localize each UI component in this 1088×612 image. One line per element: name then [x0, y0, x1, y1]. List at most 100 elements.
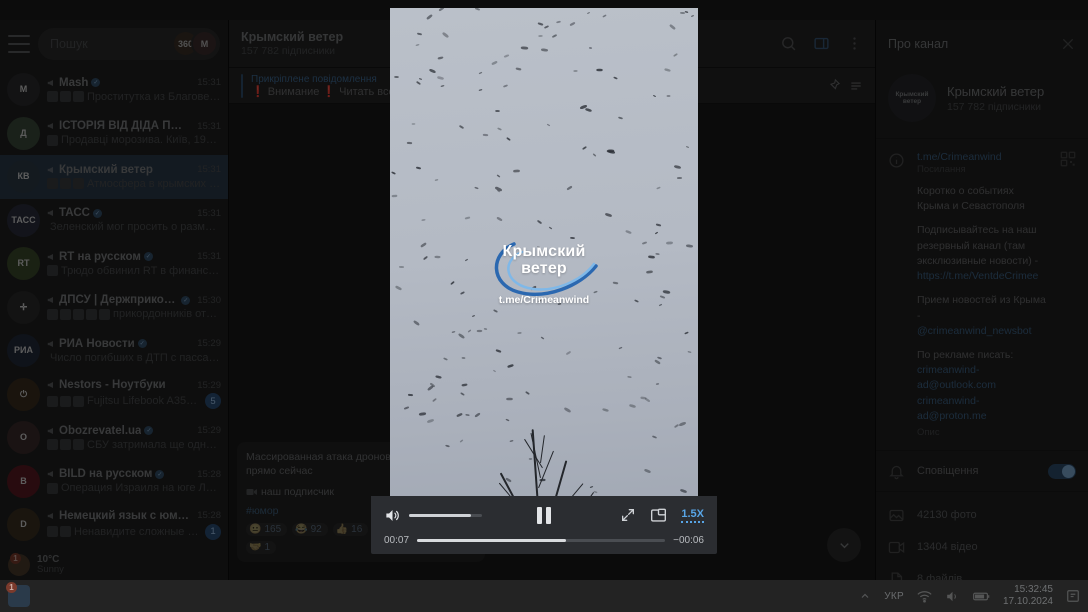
chat-list-item[interactable]: ✛ ДПСУ | Держприкордон…✓ 15:30 прикордонник…	[0, 286, 228, 330]
channel-link[interactable]: t.me/Crimeanwind	[917, 151, 1048, 163]
bird-shape	[478, 88, 483, 92]
bird-shape	[496, 174, 501, 178]
bird-shape	[536, 219, 542, 225]
verified-icon: ✓	[181, 295, 191, 305]
avatar: ТАСС	[7, 203, 40, 237]
pause-button[interactable]	[537, 506, 551, 524]
reaction-emoji: 🤝	[249, 542, 262, 553]
volume-icon[interactable]	[384, 508, 401, 523]
bird-shape	[432, 397, 437, 403]
bird-shape	[460, 391, 465, 396]
chat-time: 15:29	[197, 338, 221, 350]
chat-list[interactable]: MMash✓15:31Проститутка из Благовещен…ДІС…	[0, 68, 228, 550]
media-count-row[interactable]: 8 файлів	[876, 563, 1088, 580]
more-icon[interactable]	[846, 35, 863, 52]
fullscreen-icon[interactable]	[620, 507, 636, 523]
language-indicator[interactable]: УКР	[884, 591, 904, 602]
reaction-count: 1	[264, 542, 271, 553]
taskbar-app-telegram[interactable]: 1	[6, 582, 30, 607]
channel-ad-email-1[interactable]: crimeanwind-ad@outlook.com	[917, 363, 1048, 393]
bird-shape	[415, 43, 420, 46]
video-controls-bottom-row: 00:07 −00:06	[384, 535, 704, 546]
chat-list-item[interactable]: B BILD на русском ✓ 15:28 Операция Израиля н…	[0, 460, 228, 504]
media-counts-list[interactable]: 42130 фото13404 відео8 файлів4 аудіофайл…	[876, 491, 1088, 580]
channel-ad-email-2[interactable]: crimeanwind-ad@proton.me	[917, 394, 1048, 424]
chat-list-item[interactable]: O Obozrevatel.ua ✓ 15:29 СБУ затримала ще од…	[0, 416, 228, 460]
unpin-icon[interactable]	[826, 78, 841, 93]
notifications-toggle[interactable]	[1048, 463, 1076, 479]
bird-shape	[654, 359, 661, 366]
chat-name: Mash	[59, 76, 89, 89]
chat-list-item[interactable]: КВ Крымский ветер 15:31 Атмосфера в крымски…	[0, 155, 228, 199]
clock[interactable]: 15:32:45 17.10.2024	[1003, 584, 1053, 608]
qr-code-icon[interactable]	[1060, 151, 1076, 167]
volume-icon[interactable]	[945, 590, 960, 603]
chat-list-item[interactable]: КИЇВ24КИЇВ24 Телеканал Київ15:27Північно…	[0, 547, 228, 551]
channel-link-caption: Посилання	[917, 164, 966, 175]
chat-list-item[interactable]: M Mash✓ 15:31Проститутка из Благовещен…	[0, 68, 228, 112]
battery-icon[interactable]	[973, 591, 990, 602]
bird-shape	[656, 186, 662, 190]
notifications-row[interactable]: Сповіщення	[876, 450, 1088, 491]
bird-shape	[390, 171, 396, 175]
bird-shape	[416, 166, 422, 170]
weather-widget[interactable]: 1 10°C Sunny	[0, 550, 228, 580]
playback-speed-button[interactable]: 1.5X	[681, 508, 704, 523]
avatar-badge-1[interactable]: M	[191, 30, 218, 57]
message-thumbnail	[47, 439, 58, 451]
bird-shape	[683, 331, 689, 335]
video-frame[interactable]: Крымский ветер t.me/Crimeanwind	[390, 8, 698, 549]
bird-shape	[505, 418, 510, 422]
chat-name: ІСТОРІЯ ВІД ДІДА ПАНАСА	[59, 120, 190, 133]
wifi-icon[interactable]	[917, 590, 932, 603]
media-count-row[interactable]: 13404 відео	[876, 531, 1088, 563]
chat-preview: Продавці морозива. Київ, 1970-ті.	[61, 134, 221, 147]
chat-time: 15:31	[197, 120, 221, 132]
chat-list-item[interactable]: D Немецкий язык с юмором 15:28 Ненавидите с…	[0, 503, 228, 547]
video-player-overlay[interactable]: Крымский ветер t.me/Crimeanwind 1.5X 00:…	[371, 8, 717, 554]
chat-preview: СБУ затримала ще одного а…	[87, 438, 221, 451]
chat-list-item[interactable]: ⏻ Nestors - Ноутбуки 15:29 Fujitsu Lifebook…	[0, 373, 228, 417]
avatar: Крымский ветер	[888, 74, 936, 122]
bird-shape	[627, 375, 632, 379]
channel-desc-2-link[interactable]: https://t.me/VentdeCrimee	[917, 269, 1048, 284]
reaction-emoji: 😂	[295, 524, 308, 535]
reaction-chip[interactable]: 😐 165	[246, 523, 288, 536]
sidebar-top-bar: Пошук 360 M	[0, 20, 228, 68]
right-panel-icon[interactable]	[813, 35, 830, 52]
account-avatars[interactable]: 360 M	[172, 30, 218, 57]
bird-shape	[418, 412, 426, 416]
video-controls[interactable]: 1.5X 00:07 −00:06	[371, 496, 717, 554]
volume-slider[interactable]	[409, 513, 482, 517]
message-thumbnail	[60, 178, 71, 190]
scroll-to-bottom-button[interactable]	[827, 528, 861, 562]
search-placeholder: Пошук	[50, 37, 88, 51]
seek-bar[interactable]	[417, 539, 666, 542]
channel-profile[interactable]: Крымский ветер Крымский ветер 157 782 під…	[876, 68, 1088, 138]
reaction-chip[interactable]: 🤝 1	[246, 541, 277, 554]
bird-shape	[507, 363, 514, 368]
pinned-list-icon[interactable]	[849, 79, 863, 93]
chat-list-item[interactable]: Д ІСТОРІЯ ВІД ДІДА ПАНАСА 15:31 Продавці мо…	[0, 112, 228, 156]
menu-icon[interactable]	[8, 35, 30, 53]
bird-shape	[391, 194, 398, 198]
reaction-chip[interactable]: 👍 16	[332, 523, 369, 536]
search-icon[interactable]	[780, 35, 797, 52]
search-input[interactable]: Пошук 360 M	[38, 28, 220, 60]
notification-icon[interactable]	[1066, 589, 1080, 603]
chat-list-item[interactable]: РИА РИА Новости ✓ 15:29 Число погибших в ДТП…	[0, 329, 228, 373]
close-icon[interactable]	[1060, 36, 1076, 52]
channel-subscribers: 157 782 підписники	[947, 100, 1041, 113]
chevron-up-icon[interactable]	[859, 590, 871, 602]
bird-shape	[666, 95, 671, 97]
pip-icon[interactable]	[650, 508, 667, 523]
media-count-row[interactable]: 42130 фото	[876, 499, 1088, 531]
bird-shape	[556, 20, 562, 23]
verified-icon: ✓	[137, 339, 147, 349]
chat-list-item[interactable]: RT RT на русском ✓ 15:31 Трюдо обвинил RT в …	[0, 242, 228, 286]
chat-list-item[interactable]: ТАСС ТАСС ✓ 15:31 Зеленский мог просить о ра…	[0, 199, 228, 243]
channel-desc-3-link[interactable]: @crimeanwind_newsbot	[917, 324, 1048, 339]
chat-time: 15:31	[197, 77, 221, 89]
chat-subscribers: 157 782 підписники	[241, 45, 335, 57]
reaction-chip[interactable]: 😂 92	[292, 523, 328, 536]
